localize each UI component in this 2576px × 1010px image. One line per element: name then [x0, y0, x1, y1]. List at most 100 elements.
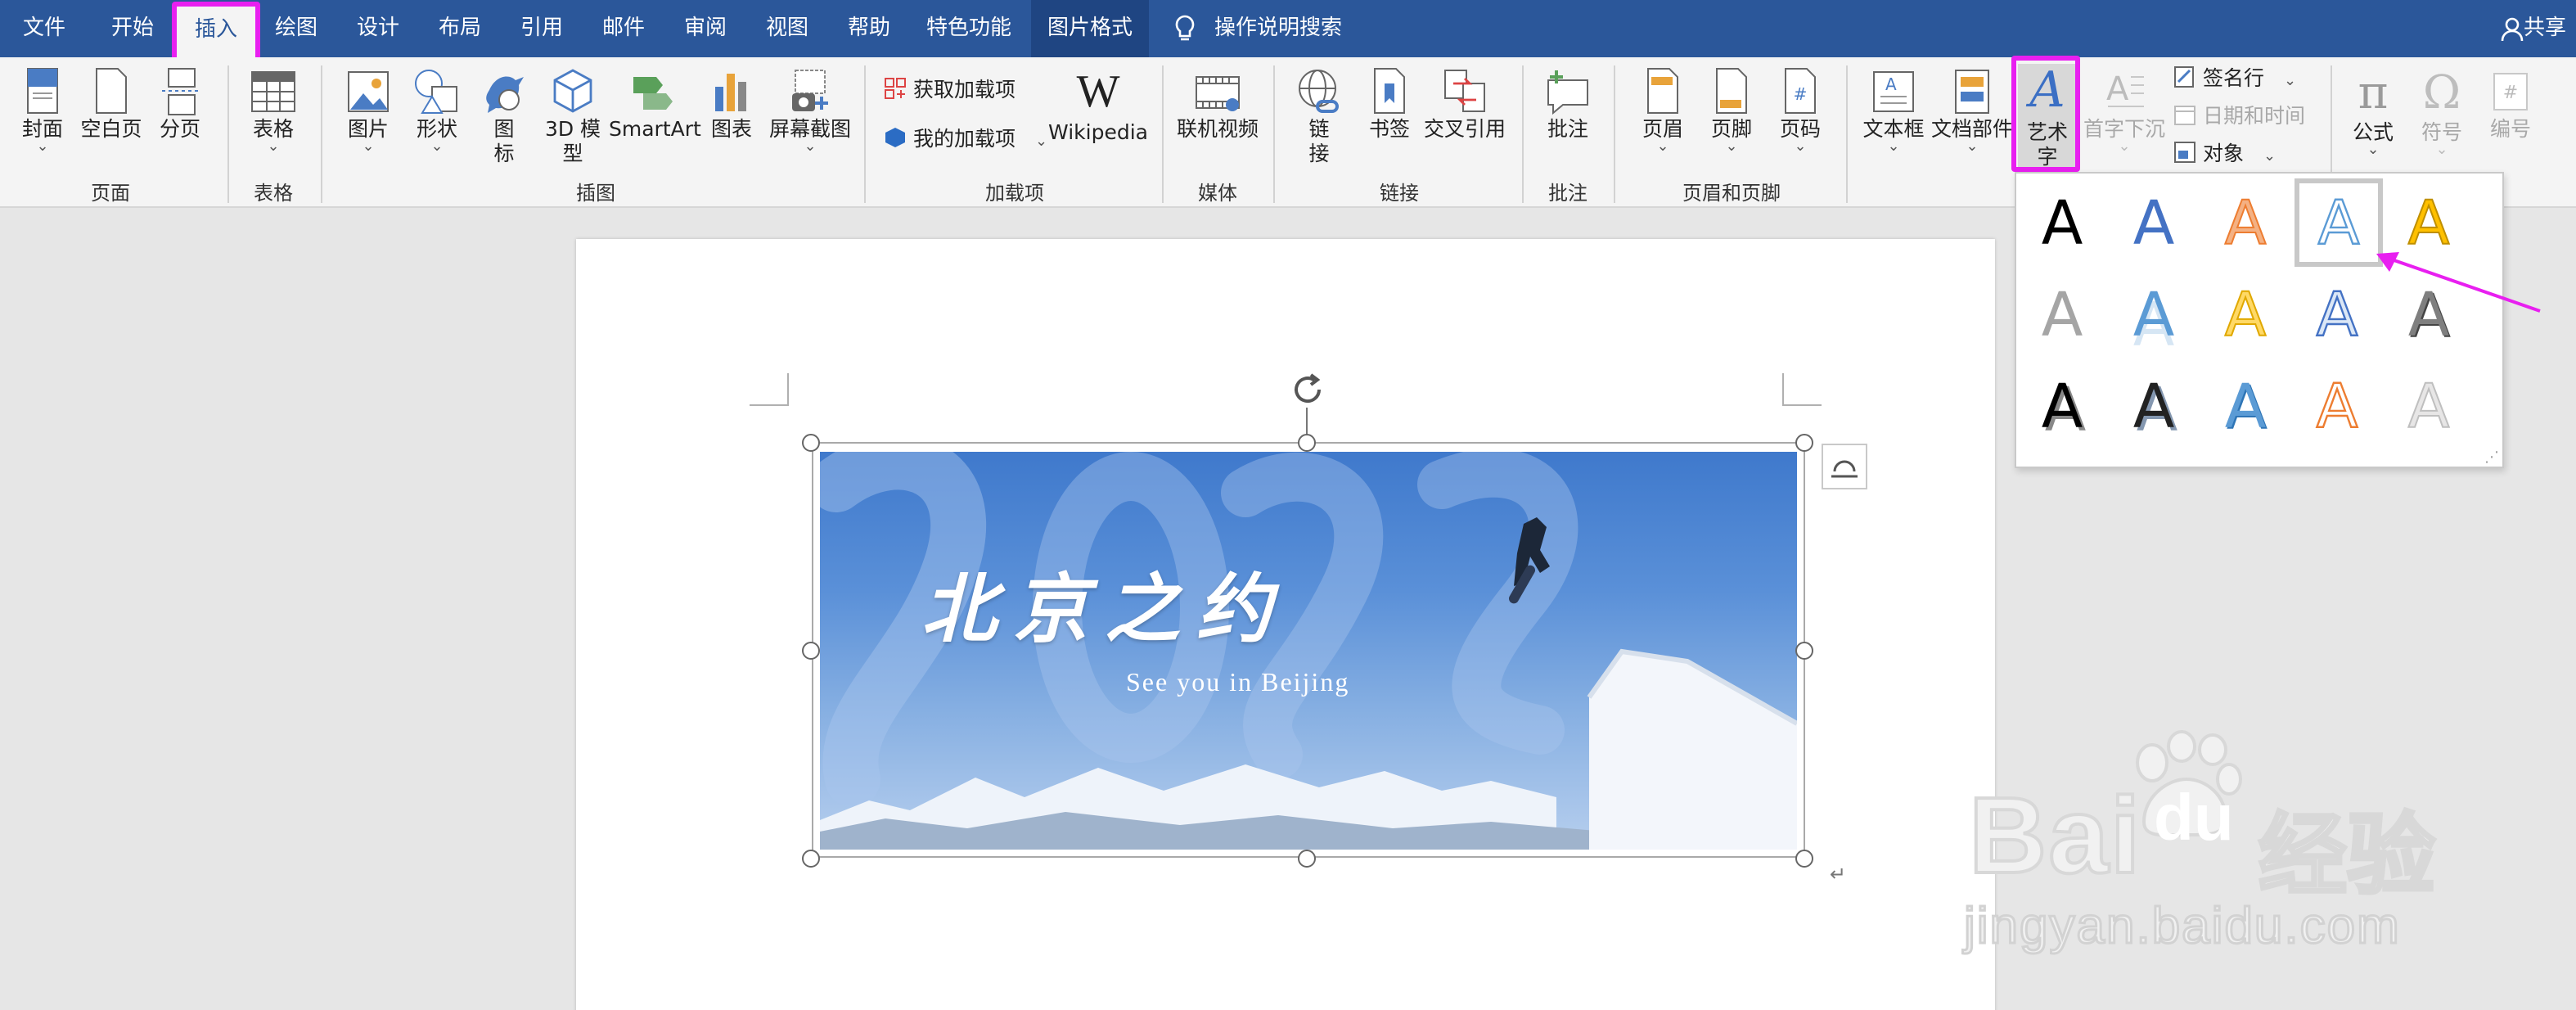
screenshot-button[interactable]: 屏幕截图 ⌄ — [766, 67, 854, 156]
link-label-2: 接 — [1308, 141, 1330, 165]
calendar-icon — [2174, 106, 2195, 125]
object-button[interactable]: 对象 ⌄ — [2173, 141, 2276, 167]
wordart-style-15[interactable]: A — [2386, 365, 2471, 450]
resize-handle-n[interactable] — [1298, 434, 1316, 452]
tab-home[interactable]: 开始 — [98, 0, 167, 57]
watermark-cn: 经验 — [2257, 805, 2437, 907]
signature-label: 签名行 — [2202, 65, 2264, 90]
3d-models-button[interactable]: 3D 模 型 — [540, 67, 606, 165]
footer-label: 页脚 — [1710, 116, 1752, 141]
online-video-button[interactable]: 联机视频 — [1172, 67, 1263, 141]
word-window: 文件 开始 插入 绘图 设计 布局 引用 邮件 审阅 视图 帮助 特色功能 图片… — [0, 0, 2576, 1010]
tab-file[interactable]: 文件 — [13, 0, 75, 57]
globe-link-icon — [1299, 70, 1339, 113]
page-break-icon — [162, 68, 198, 115]
tab-draw[interactable]: 绘图 — [262, 0, 331, 57]
link-button[interactable]: 链 接 — [1290, 67, 1349, 165]
group-label-pages: 页面 — [90, 182, 130, 205]
table-button[interactable]: 表格 ⌄ — [242, 67, 304, 156]
paragraph-mark: ↵ — [1830, 863, 1847, 886]
wikipedia-icon: W — [1076, 67, 1120, 118]
number-button[interactable]: # 编号 — [2478, 67, 2543, 141]
signature-line-button[interactable]: 签名行 ⌄ — [2173, 65, 2296, 92]
shapes-button[interactable]: 形状 ⌄ — [406, 67, 468, 156]
bookmark-icon — [1374, 68, 1405, 114]
tab-references[interactable]: 引用 — [507, 0, 576, 57]
quick-parts-button[interactable]: 文档部件 ⌄ — [1931, 67, 2013, 156]
equation-button[interactable]: π 公式 ⌄ — [2340, 66, 2406, 159]
picture-button[interactable]: 图片 ⌄ — [337, 67, 399, 156]
my-addins-button[interactable]: 我的加载项 ⌄ — [884, 126, 1047, 152]
wordart-style-2[interactable]: A — [2111, 182, 2196, 267]
wikipedia-button[interactable]: W Wikipedia — [1047, 67, 1149, 144]
wordart-style-7[interactable]: A — [2111, 273, 2196, 358]
bookmark-button[interactable]: 书签 — [1362, 67, 1417, 141]
tab-design[interactable]: 设计 — [344, 0, 412, 57]
addins-cube-icon — [885, 128, 905, 147]
cross-reference-button[interactable]: 交叉引用 — [1421, 67, 1509, 141]
gallery-resize-grip-icon[interactable]: ⋰ — [2484, 450, 2499, 467]
wordart-style-13[interactable]: A — [2203, 365, 2288, 450]
cover-page-button[interactable]: 封面 ⌄ — [10, 67, 75, 156]
beijing-picture[interactable]: 北京之约 See you in Beijing — [820, 452, 1797, 850]
resize-handle-ne[interactable] — [1795, 434, 1813, 452]
resize-handle-nw[interactable] — [802, 434, 820, 452]
page-break-button[interactable]: 分页 — [151, 67, 209, 141]
symbol-button[interactable]: Ω 符号 ⌄ — [2409, 66, 2475, 159]
smartart-icon — [633, 77, 673, 110]
tab-review[interactable]: 审阅 — [671, 0, 740, 57]
comment-button[interactable]: 批注 — [1535, 67, 1601, 141]
header-button[interactable]: 页眉 ⌄ — [1630, 67, 1696, 156]
wordart-style-9[interactable]: A — [2295, 273, 2380, 358]
layout-options-button[interactable] — [1822, 444, 1867, 489]
resize-handle-sw[interactable] — [802, 850, 820, 868]
tab-mailings[interactable]: 邮件 — [589, 0, 658, 57]
table-icon — [251, 71, 295, 112]
tab-help[interactable]: 帮助 — [835, 0, 903, 57]
picture-icon — [348, 71, 389, 112]
group-label-media: 媒体 — [1197, 182, 1237, 205]
wordart-style-14[interactable]: A — [2295, 365, 2380, 450]
tab-layout[interactable]: 布局 — [426, 0, 494, 57]
rotate-handle-icon[interactable] — [1288, 370, 1327, 416]
wordart-style-3[interactable]: A — [2203, 182, 2288, 267]
group-label-comments: 批注 — [1547, 182, 1587, 205]
get-addins-button[interactable]: 获取加载项 — [884, 77, 1016, 103]
tab-special[interactable]: 特色功能 — [916, 0, 1021, 57]
page-number-label: 页码 — [1779, 116, 1821, 141]
icons-label-2: 标 — [493, 141, 515, 165]
wordart-style-8[interactable]: A — [2203, 273, 2288, 358]
screenshot-icon — [792, 70, 828, 111]
layout-options-icon — [1831, 460, 1858, 478]
tell-me-search[interactable]: 操作说明搜索 — [1208, 0, 1349, 57]
resize-handle-w[interactable] — [802, 642, 820, 660]
footer-button[interactable]: 页脚 ⌄ — [1699, 67, 1764, 156]
header-icon — [1647, 68, 1678, 114]
object-icon — [2174, 142, 2195, 163]
dropcap-button[interactable]: A 首字下沉 ⌄ — [2082, 67, 2167, 156]
margin-corner — [1782, 373, 1822, 406]
resize-handle-s[interactable] — [1298, 850, 1316, 868]
date-time-button[interactable]: 日期和时间 — [2173, 103, 2305, 129]
share-button[interactable]: 共享 — [2524, 0, 2576, 57]
blank-page-button[interactable]: 空白页 — [79, 67, 144, 141]
wordart-style-1[interactable]: A — [2020, 182, 2105, 267]
smartart-button[interactable]: SmartArt — [609, 67, 701, 141]
chart-button[interactable]: 图表 — [704, 67, 759, 141]
icons-button[interactable]: 图 标 — [475, 67, 534, 165]
page-number-button[interactable]: # 页码 ⌄ — [1768, 67, 1833, 156]
resize-handle-se[interactable] — [1795, 850, 1813, 868]
picture-label: 图片 — [347, 116, 389, 141]
dropcap-label: 首字下沉 — [2083, 116, 2165, 141]
video-icon — [1196, 76, 1240, 111]
tab-picture-format[interactable]: 图片格式 — [1031, 0, 1149, 57]
textbox-button[interactable]: A 文本框 ⌄ — [1859, 67, 1928, 156]
group-label-illustrations: 插图 — [575, 182, 615, 205]
footer-icon — [1716, 68, 1747, 114]
wordart-style-6[interactable]: A — [2020, 273, 2105, 358]
resize-handle-e[interactable] — [1795, 642, 1813, 660]
table-label: 表格 — [252, 116, 294, 141]
tab-view[interactable]: 视图 — [753, 0, 822, 57]
wordart-style-11[interactable]: A — [2020, 365, 2105, 450]
wordart-style-12[interactable]: A — [2111, 365, 2196, 450]
